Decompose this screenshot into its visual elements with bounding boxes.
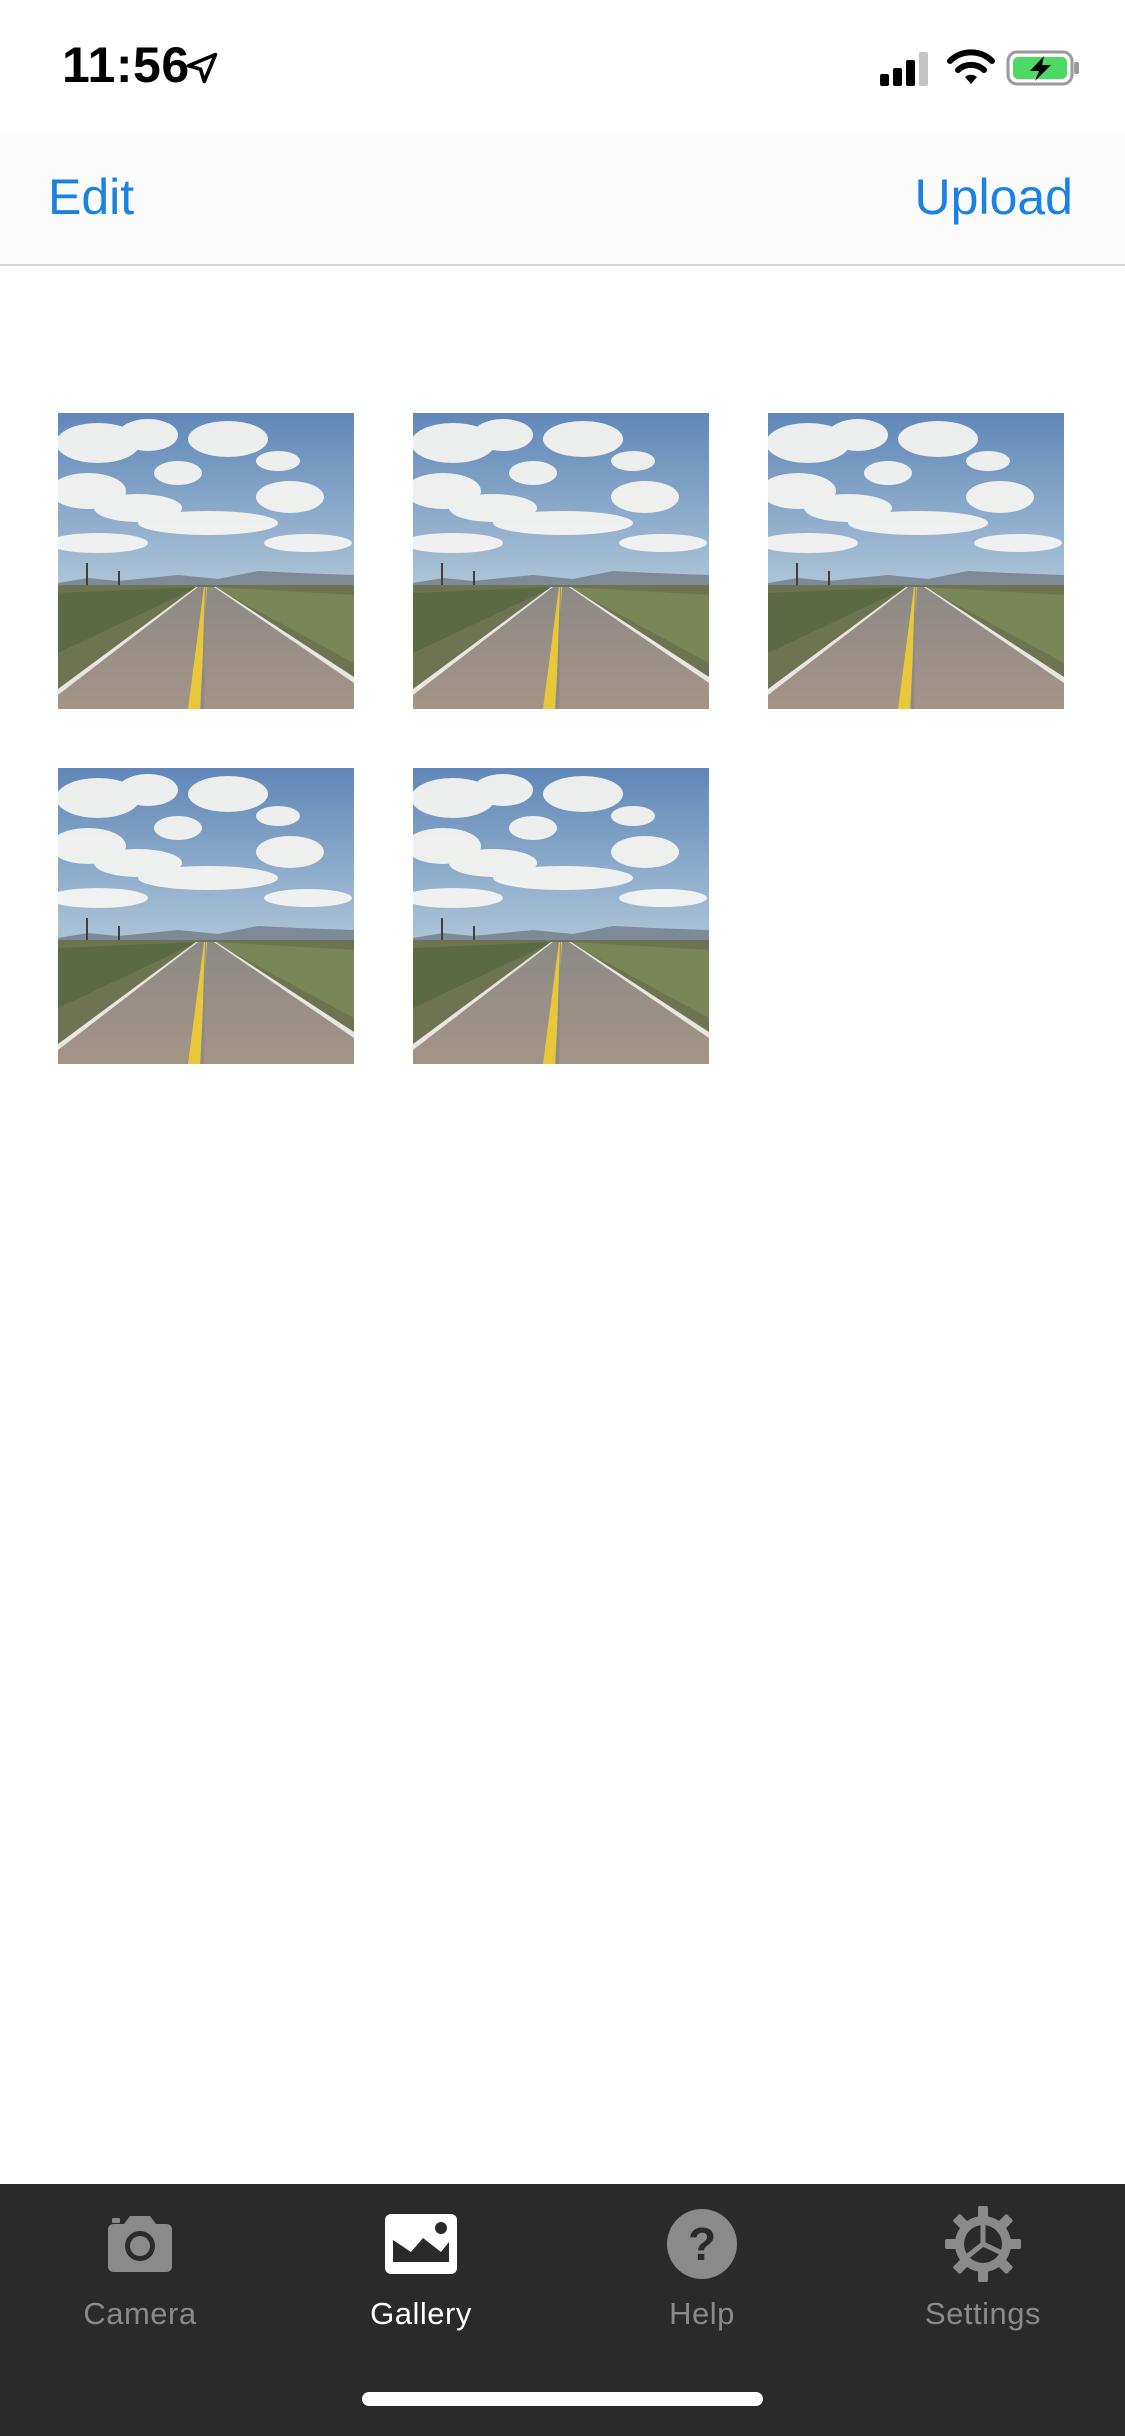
svg-text:?: ?: [688, 2218, 716, 2270]
home-indicator: [362, 2392, 763, 2406]
tab-label: Help: [669, 2296, 735, 2331]
tab-label: Gallery: [370, 2296, 472, 2331]
photo-thumbnail[interactable]: [413, 768, 709, 1064]
battery-charging-icon: [1006, 50, 1079, 86]
tab-help[interactable]: ? Help: [602, 2204, 802, 2354]
tab-camera[interactable]: Camera: [40, 2204, 240, 2354]
photo-thumbnail[interactable]: [58, 413, 354, 709]
edit-button[interactable]: Edit: [48, 168, 134, 226]
navigation-bar: Edit Upload: [0, 132, 1125, 266]
wifi-icon: [947, 49, 995, 84]
desert-road-photo: [58, 768, 354, 1064]
tab-settings[interactable]: Settings: [883, 2204, 1083, 2354]
photo-thumbnail[interactable]: [58, 768, 354, 1064]
app-screen: 11:56 Edit Upload Camera Gallery ? Help …: [0, 0, 1125, 2436]
location-arrow-icon: [186, 52, 218, 84]
gallery-icon: [385, 2214, 457, 2274]
upload-button[interactable]: Upload: [915, 168, 1073, 226]
desert-road-photo: [413, 413, 709, 709]
desert-road-photo: [768, 413, 1064, 709]
status-time: 11:56: [62, 37, 190, 93]
photo-thumbnail[interactable]: [768, 413, 1064, 709]
cellular-signal-icon: [880, 52, 928, 86]
desert-road-photo: [58, 413, 354, 709]
photo-thumbnail[interactable]: [413, 413, 709, 709]
status-bar: 11:56: [0, 0, 1125, 132]
desert-road-photo: [413, 768, 709, 1064]
help-icon: ?: [667, 2209, 737, 2279]
gear-icon: [945, 2206, 1021, 2282]
tab-gallery[interactable]: Gallery: [321, 2204, 521, 2354]
tab-label: Settings: [924, 2296, 1041, 2331]
camera-icon: [108, 2216, 172, 2272]
tab-label: Camera: [83, 2296, 197, 2331]
